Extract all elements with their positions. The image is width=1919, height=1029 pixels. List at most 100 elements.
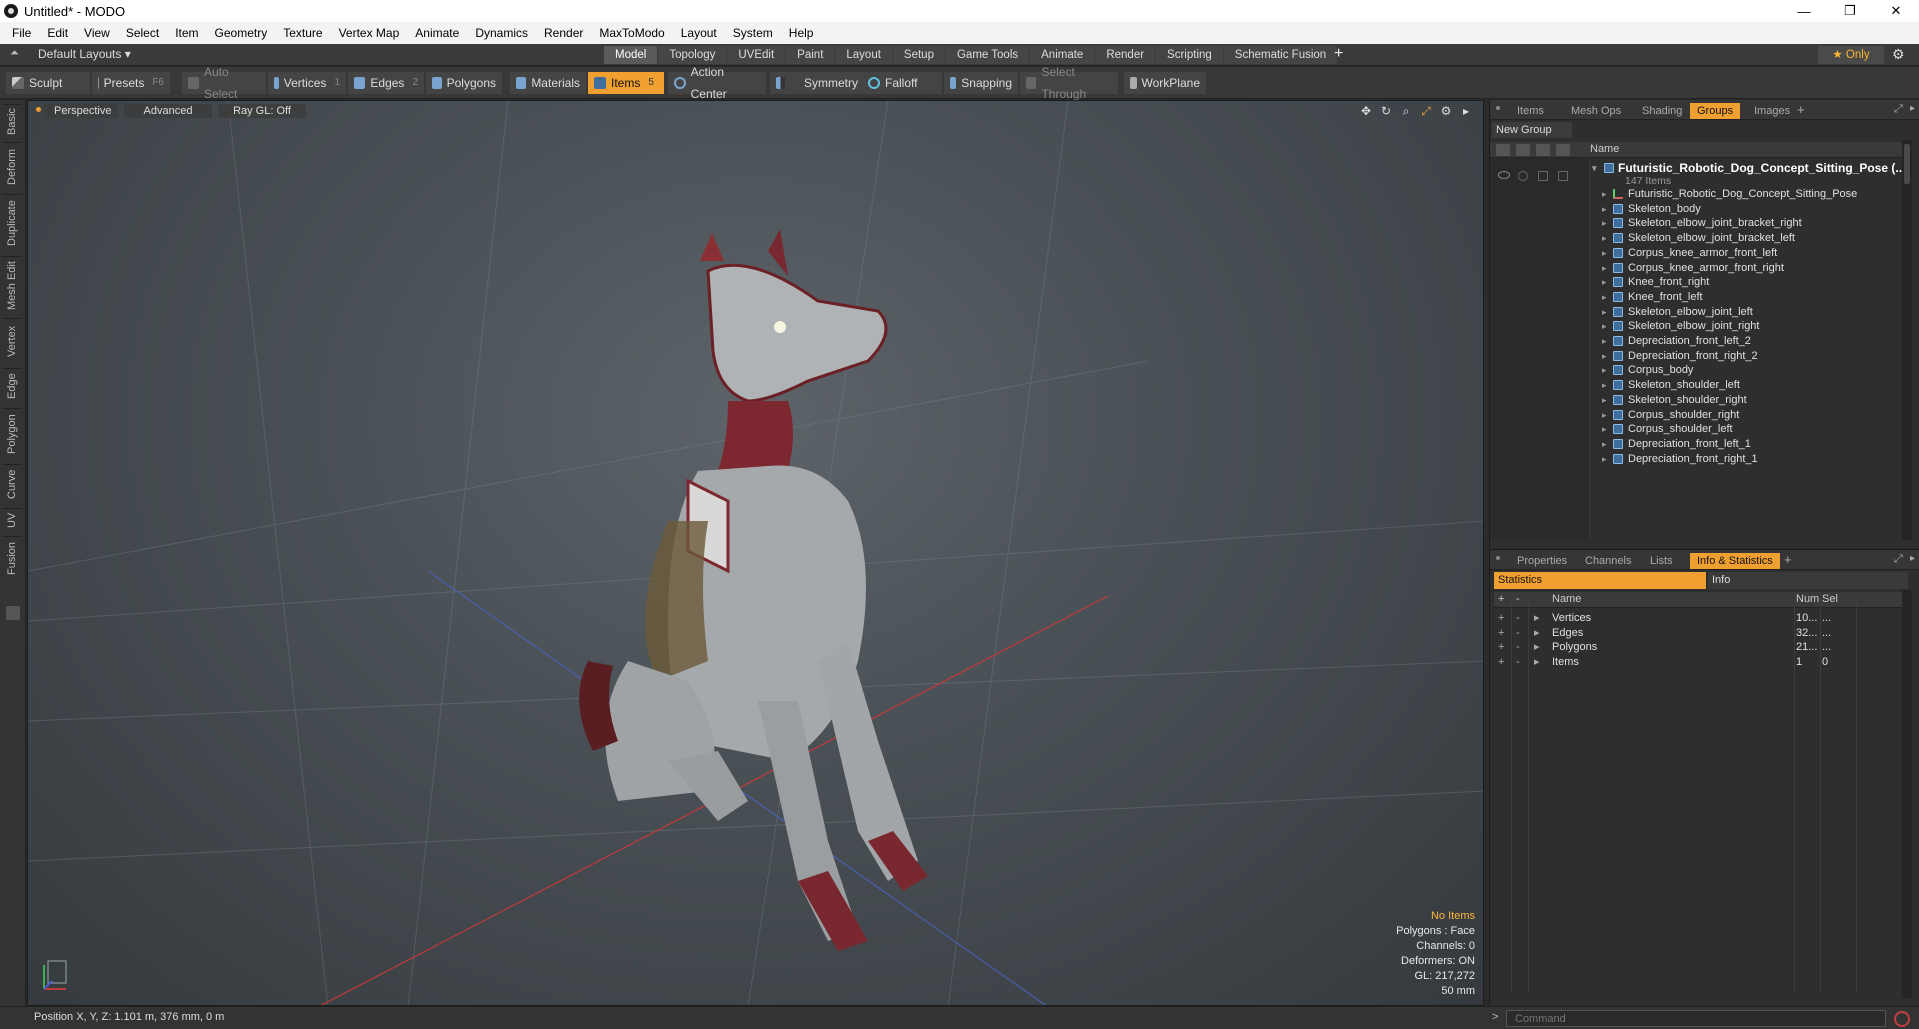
tab-info-statistics[interactable]: Info & Statistics (1690, 553, 1780, 569)
menu-edit[interactable]: Edit (39, 26, 76, 40)
tab-vertex[interactable]: Vertex (2, 318, 22, 364)
menu-system[interactable]: System (725, 26, 781, 40)
vertices-button[interactable]: Vertices 1 (268, 72, 346, 94)
symmetry-button[interactable]: Symmetry (770, 72, 864, 94)
tab-layout[interactable]: Layout (835, 46, 892, 64)
info-panel-menu-dot[interactable] (1496, 556, 1500, 560)
tab-mesh-edit[interactable]: Mesh Edit (2, 256, 22, 314)
stat-add-icon[interactable]: + (1498, 653, 1504, 671)
raygl-dropdown[interactable]: Ray GL: Off (218, 104, 306, 118)
menu-render[interactable]: Render (536, 26, 591, 40)
shading-dropdown[interactable]: Advanced (124, 104, 212, 118)
rotate-icon[interactable]: ↻ (1379, 104, 1393, 118)
fit-icon[interactable]: ⤢ (1419, 104, 1433, 118)
tab-model[interactable]: Model (604, 46, 658, 64)
minimize-button[interactable]: — (1781, 0, 1827, 22)
lock-column-icon[interactable] (1536, 144, 1550, 156)
add-info-tab-button[interactable]: + (1784, 552, 1792, 567)
new-group-button[interactable]: New Group (1492, 122, 1572, 138)
tab-lists[interactable]: Lists (1643, 553, 1680, 569)
materials-button[interactable]: Materials (510, 72, 586, 94)
tab-polygon[interactable]: Polygon (2, 408, 22, 460)
subtab-info[interactable]: Info (1708, 572, 1908, 589)
info-panel-more-icon[interactable]: ▸ (1910, 553, 1915, 564)
3d-viewport[interactable]: Perspective Advanced Ray GL: Off ✥ ↻ ⌕ ⤢… (27, 100, 1484, 1006)
subtab-statistics[interactable]: Statistics (1494, 572, 1706, 589)
stats-scrollbar[interactable] (1902, 590, 1912, 998)
tab-images[interactable]: Images (1747, 103, 1797, 119)
sculpt-button[interactable]: Sculpt (6, 72, 90, 94)
menu-select[interactable]: Select (118, 26, 167, 40)
menu-geometry[interactable]: Geometry (207, 26, 276, 40)
panel-menu-dot[interactable] (1496, 106, 1500, 110)
menu-vertex-map[interactable]: Vertex Map (331, 26, 408, 40)
info-panel-expand-icon[interactable]: ⤢ (1894, 553, 1903, 566)
viewport-settings-icon[interactable]: ⚙ (1439, 104, 1453, 118)
collapse-all-icon[interactable]: - (1516, 593, 1520, 605)
snapping-button[interactable]: Snapping (944, 72, 1018, 94)
menu-animate[interactable]: Animate (407, 26, 467, 40)
menu-dynamics[interactable]: Dynamics (467, 26, 536, 40)
record-macro-icon[interactable] (1894, 1011, 1910, 1027)
edges-button[interactable]: Edges 2 (348, 72, 424, 94)
falloff-button[interactable]: Falloff (862, 72, 942, 94)
view-type-dropdown[interactable]: Perspective (44, 104, 118, 118)
menu-texture[interactable]: Texture (275, 26, 330, 40)
stat-remove-icon[interactable]: - (1516, 653, 1520, 671)
tab-edge[interactable]: Edge (2, 368, 22, 404)
groups-scrollbar[interactable] (1902, 140, 1912, 540)
render-column-icon[interactable] (1516, 144, 1530, 156)
add-layout-tab-button[interactable]: + (1334, 45, 1343, 63)
add-panel-tab-button[interactable]: + (1797, 102, 1805, 117)
tab-deform[interactable]: Deform (2, 142, 22, 190)
panel-more-icon[interactable]: ▸ (1910, 103, 1915, 114)
default-layouts-dropdown[interactable]: Default Layouts ▾ (38, 47, 131, 61)
menu-help[interactable]: Help (781, 26, 822, 40)
presets-button[interactable]: Presets F6 (92, 72, 170, 94)
menu-view[interactable]: View (76, 26, 118, 40)
tab-duplicate[interactable]: Duplicate (2, 194, 22, 252)
panel-expand-icon[interactable]: ⤢ (1894, 103, 1903, 116)
tab-scripting[interactable]: Scripting (1156, 46, 1223, 64)
tab-mesh-ops[interactable]: Mesh Ops (1564, 103, 1628, 119)
expand-panel-button[interactable] (6, 606, 20, 620)
select-through-button[interactable]: Select Through (1020, 65, 1118, 101)
tab-game-tools[interactable]: Game Tools (945, 46, 1030, 64)
menu-maxtomodo[interactable]: MaxToModo (591, 26, 672, 40)
tab-channels[interactable]: Channels (1578, 553, 1638, 569)
action-center-button[interactable]: Action Center (668, 65, 766, 101)
expand-triangle-icon[interactable]: ▸ (1602, 450, 1607, 468)
visibility-column-icon[interactable] (1496, 144, 1510, 156)
menu-item[interactable]: Item (167, 26, 206, 40)
collapse-icon[interactable]: ⏶ (10, 47, 19, 60)
stat-row[interactable]: + - ▸ Items 1 0 (1494, 653, 1906, 671)
auto-select-button[interactable]: Auto Select (182, 65, 266, 101)
pan-icon[interactable]: ✥ (1359, 104, 1373, 118)
tab-properties[interactable]: Properties (1510, 553, 1574, 569)
tab-paint[interactable]: Paint (786, 46, 835, 64)
only-toggle-button[interactable]: ★ Only (1818, 46, 1884, 64)
expand-all-icon[interactable]: + (1498, 593, 1504, 605)
tab-groups[interactable]: Groups (1690, 103, 1741, 119)
tab-curve[interactable]: Curve (2, 464, 22, 504)
group-item-row[interactable]: ▸ Depreciation_front_right_1 (1490, 450, 1902, 468)
command-input[interactable] (1506, 1010, 1886, 1027)
close-button[interactable]: ✕ (1873, 0, 1919, 22)
polygons-button[interactable]: Polygons (426, 72, 502, 94)
items-button[interactable]: Items 5 (588, 72, 664, 94)
tab-setup[interactable]: Setup (892, 46, 945, 64)
groups-scrollbar-thumb[interactable] (1904, 144, 1910, 184)
gear-icon[interactable]: ⚙ (1892, 46, 1905, 63)
tab-uv[interactable]: UV (2, 508, 22, 532)
menu-file[interactable]: File (4, 26, 39, 40)
menu-layout[interactable]: Layout (673, 26, 725, 40)
robotic-dog-model[interactable] (579, 229, 928, 951)
tab-basic[interactable]: Basic (2, 104, 22, 138)
viewport-menu-dot[interactable] (36, 107, 41, 112)
tab-items[interactable]: Items (1510, 103, 1551, 119)
tab-schematic-fusion[interactable]: Schematic Fusion (1223, 46, 1338, 64)
workplane-button[interactable]: WorkPlane (1124, 72, 1206, 94)
stat-expand-icon[interactable]: ▸ (1534, 653, 1540, 671)
zoom-icon[interactable]: ⌕ (1399, 104, 1413, 118)
tab-shading[interactable]: Shading (1635, 103, 1689, 119)
